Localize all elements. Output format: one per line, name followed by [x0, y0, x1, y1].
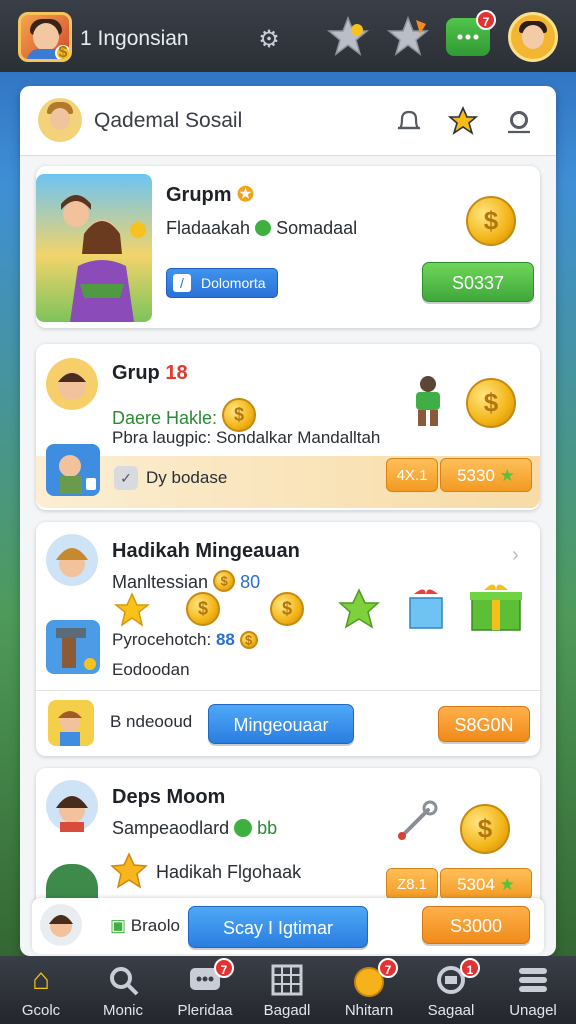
card-subtitle: Fladaakah Somadaal: [166, 218, 358, 238]
star-icon: [113, 592, 151, 628]
join-button[interactable]: Mingeouaar: [208, 704, 354, 744]
star-icon: ★: [499, 875, 515, 894]
card-description: Pbra laugpic: Sondalkar Mandalltah: [112, 428, 381, 447]
note-icon: ▣: [110, 916, 127, 935]
coin-icon: [270, 592, 304, 626]
user-avatar: [40, 904, 82, 946]
member-avatar: [46, 534, 98, 586]
card-title: Grupm ✪: [166, 184, 254, 206]
join-button[interactable]: S0337: [422, 262, 534, 302]
bell-icon[interactable]: [394, 106, 424, 136]
star-icon: [110, 852, 148, 890]
card-detail: Hadikah Flgohaak: [156, 862, 302, 882]
card-status: Daere Hakle:: [112, 398, 257, 432]
chat-badge: 7: [476, 10, 496, 30]
card-title: Grup 18: [112, 362, 188, 384]
card-detail: Pyrocehotch: 88: [112, 630, 258, 650]
card-status: Manltessian 80: [112, 570, 260, 593]
star-icon: ★: [499, 466, 515, 485]
chat-icon[interactable]: 7: [446, 10, 496, 56]
group-thumbnail: [36, 174, 152, 322]
card-title: Hadikah Mingeauan: [112, 540, 300, 562]
footer-label: ▣ Braolo: [110, 916, 180, 935]
check-icon: [255, 220, 272, 236]
action-row: ▣ Braolo Scay I Igtimar S3000: [32, 898, 544, 954]
primary-button[interactable]: Scay I Igtimar: [188, 906, 368, 948]
gear-icon[interactable]: ⚙: [256, 27, 282, 53]
member-avatar: [48, 700, 94, 746]
reward-button[interactable]: S3000: [422, 906, 530, 944]
member-thumbnail: [46, 444, 100, 496]
check-icon: [234, 819, 253, 837]
member-avatar: [46, 358, 98, 410]
nav-item-messages[interactable]: 1 Sagaal: [410, 956, 492, 1024]
group-card[interactable]: Hadikah Mingeauan › Manltessian 80 Pyroc…: [36, 522, 540, 756]
star-icon[interactable]: [447, 106, 479, 136]
coin-icon: [213, 570, 236, 592]
multiplier-pill: 4X.1: [386, 458, 438, 492]
profile-avatar[interactable]: [18, 12, 72, 62]
app-title: 1 Ingonsian: [80, 27, 189, 50]
coin-icon: [186, 592, 220, 626]
nav-item-search[interactable]: Monic: [82, 956, 164, 1024]
star-icon[interactable]: [326, 14, 370, 58]
wrench-icon: [396, 798, 440, 842]
panel-avatar: [38, 98, 82, 142]
coin-icon: [460, 804, 510, 854]
item-thumbnail: [46, 620, 100, 674]
notification-badge: 7: [378, 958, 398, 978]
card-note: Eodoodan: [112, 660, 190, 679]
reward-button[interactable]: 5304 ★: [440, 868, 532, 900]
panel-title: Qademal Sosail: [94, 109, 243, 132]
coin-icon: [466, 378, 516, 428]
strip-label: Dy bodase: [146, 468, 228, 487]
star-icon: ✪: [237, 184, 254, 206]
coin-icon: [239, 631, 258, 649]
nav-item-rewards[interactable]: 7 Nhitarn: [328, 956, 410, 1024]
menu-icon: [515, 962, 551, 998]
card-status: Sampeaodlard bb: [112, 818, 278, 838]
coin-icon: [466, 196, 516, 246]
nav-item-menu[interactable]: Unagel: [492, 956, 574, 1024]
nav-item-chat[interactable]: 7 Pleridaa: [164, 956, 246, 1024]
edit-icon: /: [173, 274, 191, 292]
search-icon[interactable]: [504, 106, 534, 136]
nav-item-home[interactable]: ⌂ Gcolc: [0, 956, 82, 1024]
group-card[interactable]: Grupm ✪ Fladaakah Somadaal / Dolomorta S…: [36, 166, 540, 328]
top-bar: 1 Ingonsian ⚙ 7: [0, 0, 576, 72]
member-avatar: [46, 780, 98, 832]
reward-button[interactable]: S8G0N: [438, 706, 530, 742]
search-icon: [105, 962, 141, 998]
user-avatar[interactable]: [508, 12, 558, 62]
grid-icon: [269, 962, 305, 998]
star-icon: [338, 588, 380, 630]
group-tag[interactable]: / Dolomorta: [166, 268, 278, 298]
favorite-star-icon[interactable]: [386, 14, 430, 58]
nav-item-grid[interactable]: Bagadl: [246, 956, 328, 1024]
chevron-right-icon[interactable]: ›: [512, 544, 519, 567]
card-title: Deps Moom: [112, 786, 226, 808]
check-icon[interactable]: ✓: [114, 466, 138, 490]
notification-badge: 1: [460, 958, 480, 978]
multiplier-pill: Z8.1: [386, 868, 438, 900]
bottom-nav: ⌂ Gcolc Monic 7 Pleridaa Bagadl 7 Nhitar…: [0, 956, 576, 1024]
coin-icon: [222, 398, 257, 432]
group-card[interactable]: Grup 18 Daere Hakle: Pbra laugpic: Sonda…: [36, 344, 540, 510]
panel-header: Qademal Sosail: [20, 86, 556, 156]
group-panel: Qademal Sosail Grupm ✪ Fladaakah Somadaa…: [20, 86, 556, 956]
home-icon: ⌂: [31, 963, 51, 996]
gift-icon: [468, 580, 524, 632]
gift-box-icon: [406, 584, 446, 630]
reward-button[interactable]: 5330 ★: [440, 458, 532, 492]
character-figure: [408, 374, 448, 430]
notification-badge: 7: [214, 958, 234, 978]
strip-label: B ndeooud: [110, 712, 193, 731]
